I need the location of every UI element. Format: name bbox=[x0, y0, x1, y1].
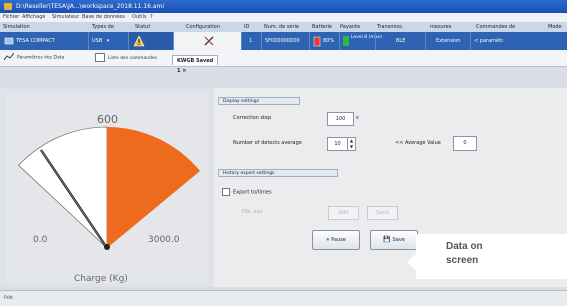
checkbox-box[interactable] bbox=[222, 188, 230, 196]
menu-database[interactable]: Base de données bbox=[82, 14, 125, 20]
device-icon bbox=[4, 37, 14, 45]
status-text: Prêt bbox=[4, 296, 13, 301]
correction-step-input[interactable]: 100 bbox=[327, 112, 354, 126]
nb-detects-spinner[interactable]: ▲ ▼ bbox=[347, 137, 356, 151]
file-label: File: xxx bbox=[242, 209, 263, 215]
cell-configuration[interactable] bbox=[173, 32, 242, 50]
col-measures[interactable]: mesures bbox=[430, 24, 451, 30]
table-row[interactable]: TESA COMPACT USB ▾ 1 5F000000000 80% Lev… bbox=[0, 32, 567, 50]
cell-type: USB ▾ bbox=[88, 32, 129, 50]
app-icon bbox=[4, 3, 12, 10]
cell-transmission: BLE bbox=[375, 32, 426, 50]
save-button[interactable]: 💾 Save bbox=[370, 230, 418, 250]
col-commands[interactable]: Commandes de bbox=[476, 24, 515, 30]
col-transmission[interactable]: Transmiss. bbox=[377, 24, 403, 30]
gauge-hub bbox=[104, 244, 110, 250]
params-button[interactable]: Paramètres des Data bbox=[3, 52, 64, 63]
col-config[interactable]: Configuration bbox=[186, 24, 220, 30]
pause-button[interactable]: ⏸ Pause bbox=[312, 230, 360, 250]
cell-battery: 80% bbox=[309, 32, 340, 50]
col-mode[interactable]: Mode bbox=[548, 24, 562, 30]
cell-name: TESA COMPACT bbox=[0, 32, 88, 50]
gauge-svg: 600 0.0 3000.0 Charge (Kg) bbox=[6, 92, 208, 284]
col-id[interactable]: ID bbox=[244, 24, 249, 30]
cell-status bbox=[128, 32, 174, 50]
col-types[interactable]: Types de bbox=[92, 24, 114, 30]
average-value: 0 bbox=[453, 136, 477, 151]
cell-serial: 5F000000000 bbox=[261, 32, 310, 50]
average-label: << Average Value bbox=[395, 140, 441, 146]
nb-detects-label: Number of detects average bbox=[233, 140, 302, 146]
menu-tools[interactable]: Outils bbox=[132, 14, 146, 20]
title-bar: D:\Reseller\TESA\JA...\workspace_2018.11… bbox=[0, 0, 567, 13]
menu-view[interactable]: Affichage bbox=[22, 14, 46, 20]
correction-step-unit: s bbox=[356, 115, 359, 121]
callout-line-2: screen bbox=[446, 255, 479, 266]
list-commands-button[interactable]: Liste des commandes bbox=[95, 53, 157, 63]
gauge-panel: 600 0.0 3000.0 Charge (Kg) bbox=[0, 88, 214, 287]
toolbar: Paramètres des Data Liste des commandes bbox=[0, 50, 567, 67]
gauge-unit-label: Charge (Kg) bbox=[74, 274, 128, 284]
cell-id: 1 bbox=[241, 32, 262, 50]
col-battery[interactable]: Batterie bbox=[312, 24, 332, 30]
nb-detects-input[interactable]: 10 bbox=[327, 137, 348, 151]
menu-file[interactable]: Fichier bbox=[3, 14, 19, 20]
menu-help[interactable]: ? bbox=[150, 14, 153, 20]
tools-icon[interactable] bbox=[203, 35, 215, 47]
add-button[interactable]: Add bbox=[328, 206, 359, 220]
warning-icon bbox=[133, 35, 145, 47]
cell-commands[interactable]: < paramètr. bbox=[470, 32, 543, 50]
cell-measures: Extension bbox=[425, 32, 471, 50]
col-serial[interactable]: Num. de série bbox=[264, 24, 299, 30]
export-checkbox[interactable]: Export to/times bbox=[222, 188, 272, 196]
col-payante[interactable]: Payante bbox=[340, 24, 360, 30]
list-icon bbox=[95, 53, 105, 62]
history-settings-header: History export settings bbox=[218, 169, 338, 177]
tab-document[interactable]: KWGB Saved 1 × bbox=[172, 55, 218, 74]
col-simulation[interactable]: Simulation bbox=[3, 24, 30, 30]
cell-signal: Level 8 (max) bbox=[339, 32, 382, 50]
callout-line-1: Data on bbox=[446, 241, 483, 252]
col-status[interactable]: Statut bbox=[135, 24, 150, 30]
status-bar: Prêt bbox=[0, 290, 567, 306]
gauge-top-label: 600 bbox=[97, 113, 118, 126]
gauge-min-label: 0.0 bbox=[33, 235, 48, 245]
menu-simulator[interactable]: Simulateur bbox=[52, 14, 79, 20]
display-settings-header: Display settings bbox=[218, 97, 300, 105]
signal-icon bbox=[343, 36, 349, 46]
chart-icon bbox=[3, 52, 15, 61]
battery-icon bbox=[313, 36, 321, 47]
save-icon: 💾 bbox=[383, 236, 393, 243]
correction-step-label: Correction step bbox=[233, 115, 272, 121]
window-title: D:\Reseller\TESA\JA...\workspace_2018.11… bbox=[16, 3, 165, 10]
send-button[interactable]: Send bbox=[367, 206, 398, 220]
callout-label: Data on screen bbox=[407, 234, 567, 279]
gauge-max-label: 3000.0 bbox=[148, 235, 180, 245]
